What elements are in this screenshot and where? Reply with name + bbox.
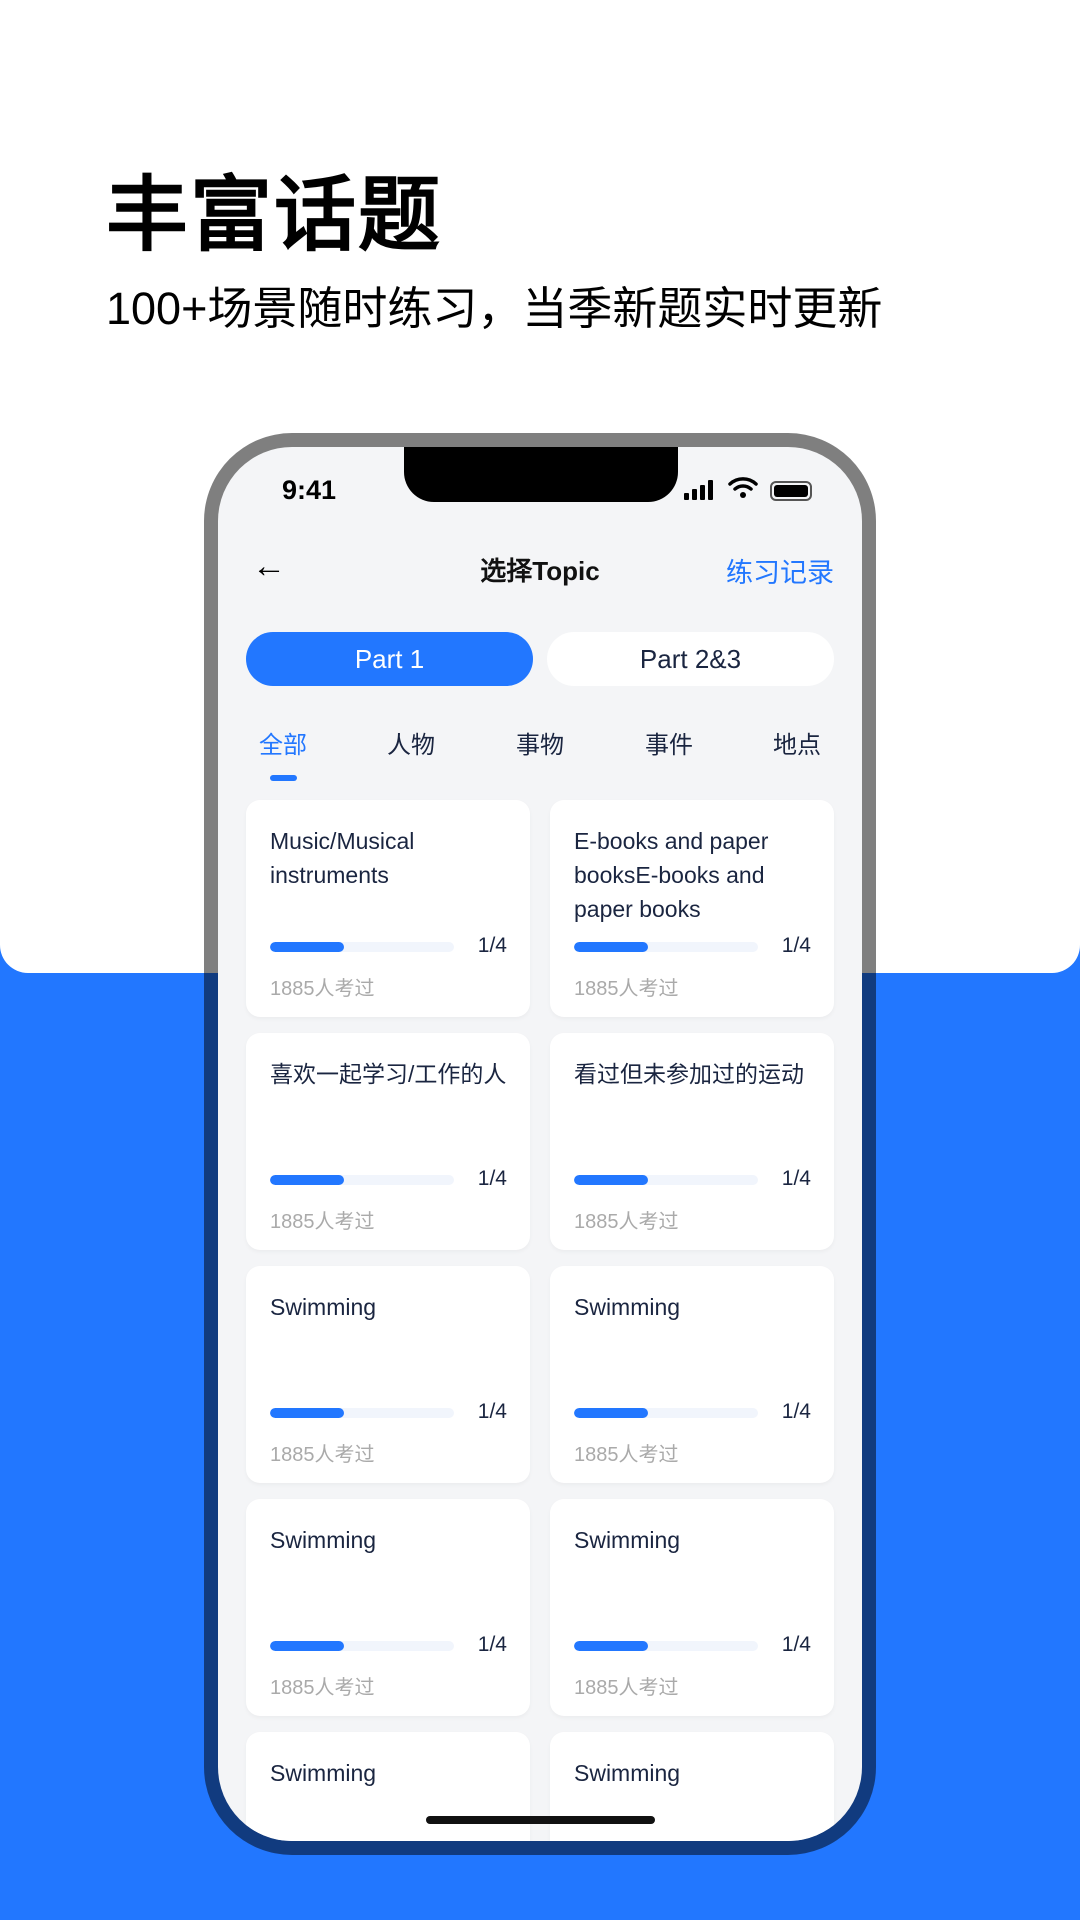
topic-card[interactable]: Swimming 1/4 1885人考过 <box>550 1499 834 1716</box>
progress-bar <box>574 1408 758 1418</box>
progress-text: 1/4 <box>781 934 811 957</box>
active-tab-indicator <box>270 775 297 781</box>
topic-card[interactable]: Swimming 1/4 1885人考过 <box>246 1499 530 1716</box>
topic-title: 喜欢一起学习/工作的人 <box>270 1061 507 1087</box>
taken-count: 1885人考过 <box>574 1444 679 1466</box>
category-people[interactable]: 人物 <box>387 725 435 760</box>
taken-count: 1885人考过 <box>574 978 679 1000</box>
progress-text: 1/4 <box>477 1400 507 1423</box>
topic-title: Swimming <box>270 1760 377 1786</box>
progress-fill <box>574 1408 648 1418</box>
progress-bar <box>270 1408 454 1418</box>
progress-bar <box>574 1641 758 1651</box>
status-time: 9:41 <box>282 475 337 505</box>
progress-fill <box>270 1641 344 1651</box>
tab-part-1[interactable]: Part 1 <box>246 632 533 686</box>
practice-record-link[interactable]: 练习记录 <box>726 551 834 590</box>
progress-text: 1/4 <box>781 1400 811 1423</box>
progress-text: 1/4 <box>781 1167 811 1190</box>
topic-title: 看过但未参加过的运动 <box>574 1061 804 1087</box>
progress-fill <box>270 1175 344 1185</box>
notch <box>404 447 678 502</box>
taken-count: 1885人考过 <box>270 1211 375 1233</box>
taken-count: 1885人考过 <box>270 978 375 1000</box>
signal-icon <box>684 480 713 500</box>
battery-icon <box>770 481 812 501</box>
progress-text: 1/4 <box>477 1167 507 1190</box>
topic-card[interactable]: 喜欢一起学习/工作的人 1/4 1885人考过 <box>246 1033 530 1250</box>
promo-headline: 丰富话题 <box>106 170 443 261</box>
category-places[interactable]: 地点 <box>773 725 821 760</box>
topic-title: E-books and paper booksE-books and paper… <box>574 828 769 922</box>
progress-bar <box>270 1175 454 1185</box>
topic-title: Music/Musical instruments <box>270 828 415 888</box>
taken-count: 1885人考过 <box>574 1677 679 1699</box>
topic-card[interactable]: Swimming 1/4 1885人考过 <box>246 1266 530 1483</box>
progress-bar <box>574 942 758 952</box>
topic-card[interactable]: Music/Musical instruments 1/4 1885人考过 <box>246 800 530 1017</box>
category-events[interactable]: 事件 <box>645 725 693 760</box>
progress-fill <box>270 942 344 952</box>
topic-title: Swimming <box>574 1760 681 1786</box>
progress-text: 1/4 <box>477 934 507 957</box>
topic-title: Swimming <box>574 1527 681 1553</box>
progress-fill <box>574 1641 648 1651</box>
progress-fill <box>574 942 648 952</box>
topic-card[interactable]: 看过但未参加过的运动 1/4 1885人考过 <box>550 1033 834 1250</box>
promo-subtitle: 100+场景随时练习，当季新题实时更新 <box>106 283 883 334</box>
category-all[interactable]: 全部 <box>259 725 307 760</box>
progress-text: 1/4 <box>477 1633 507 1656</box>
topic-title: Swimming <box>270 1294 377 1320</box>
taken-count: 1885人考过 <box>270 1677 375 1699</box>
tab-part-2-3[interactable]: Part 2&3 <box>547 632 834 686</box>
progress-fill <box>574 1175 648 1185</box>
topic-card[interactable]: Swimming <box>550 1732 834 1841</box>
taken-count: 1885人考过 <box>574 1211 679 1233</box>
progress-fill <box>270 1408 344 1418</box>
progress-bar <box>270 1641 454 1651</box>
progress-bar <box>574 1175 758 1185</box>
topic-card[interactable]: Swimming <box>246 1732 530 1841</box>
home-indicator[interactable] <box>426 1816 655 1824</box>
topic-title: Swimming <box>270 1527 377 1553</box>
progress-text: 1/4 <box>781 1633 811 1656</box>
wifi-icon <box>728 477 758 498</box>
phone-screen: 9:41 ← 选择Topic 练习记录 Part 1 Part 2&3 全部 人… <box>218 447 862 1841</box>
topic-card[interactable]: Swimming 1/4 1885人考过 <box>550 1266 834 1483</box>
category-objects[interactable]: 事物 <box>516 725 564 760</box>
topic-card[interactable]: E-books and paper booksE-books and paper… <box>550 800 834 1017</box>
topic-title: Swimming <box>574 1294 681 1320</box>
taken-count: 1885人考过 <box>270 1444 375 1466</box>
progress-bar <box>270 942 454 952</box>
